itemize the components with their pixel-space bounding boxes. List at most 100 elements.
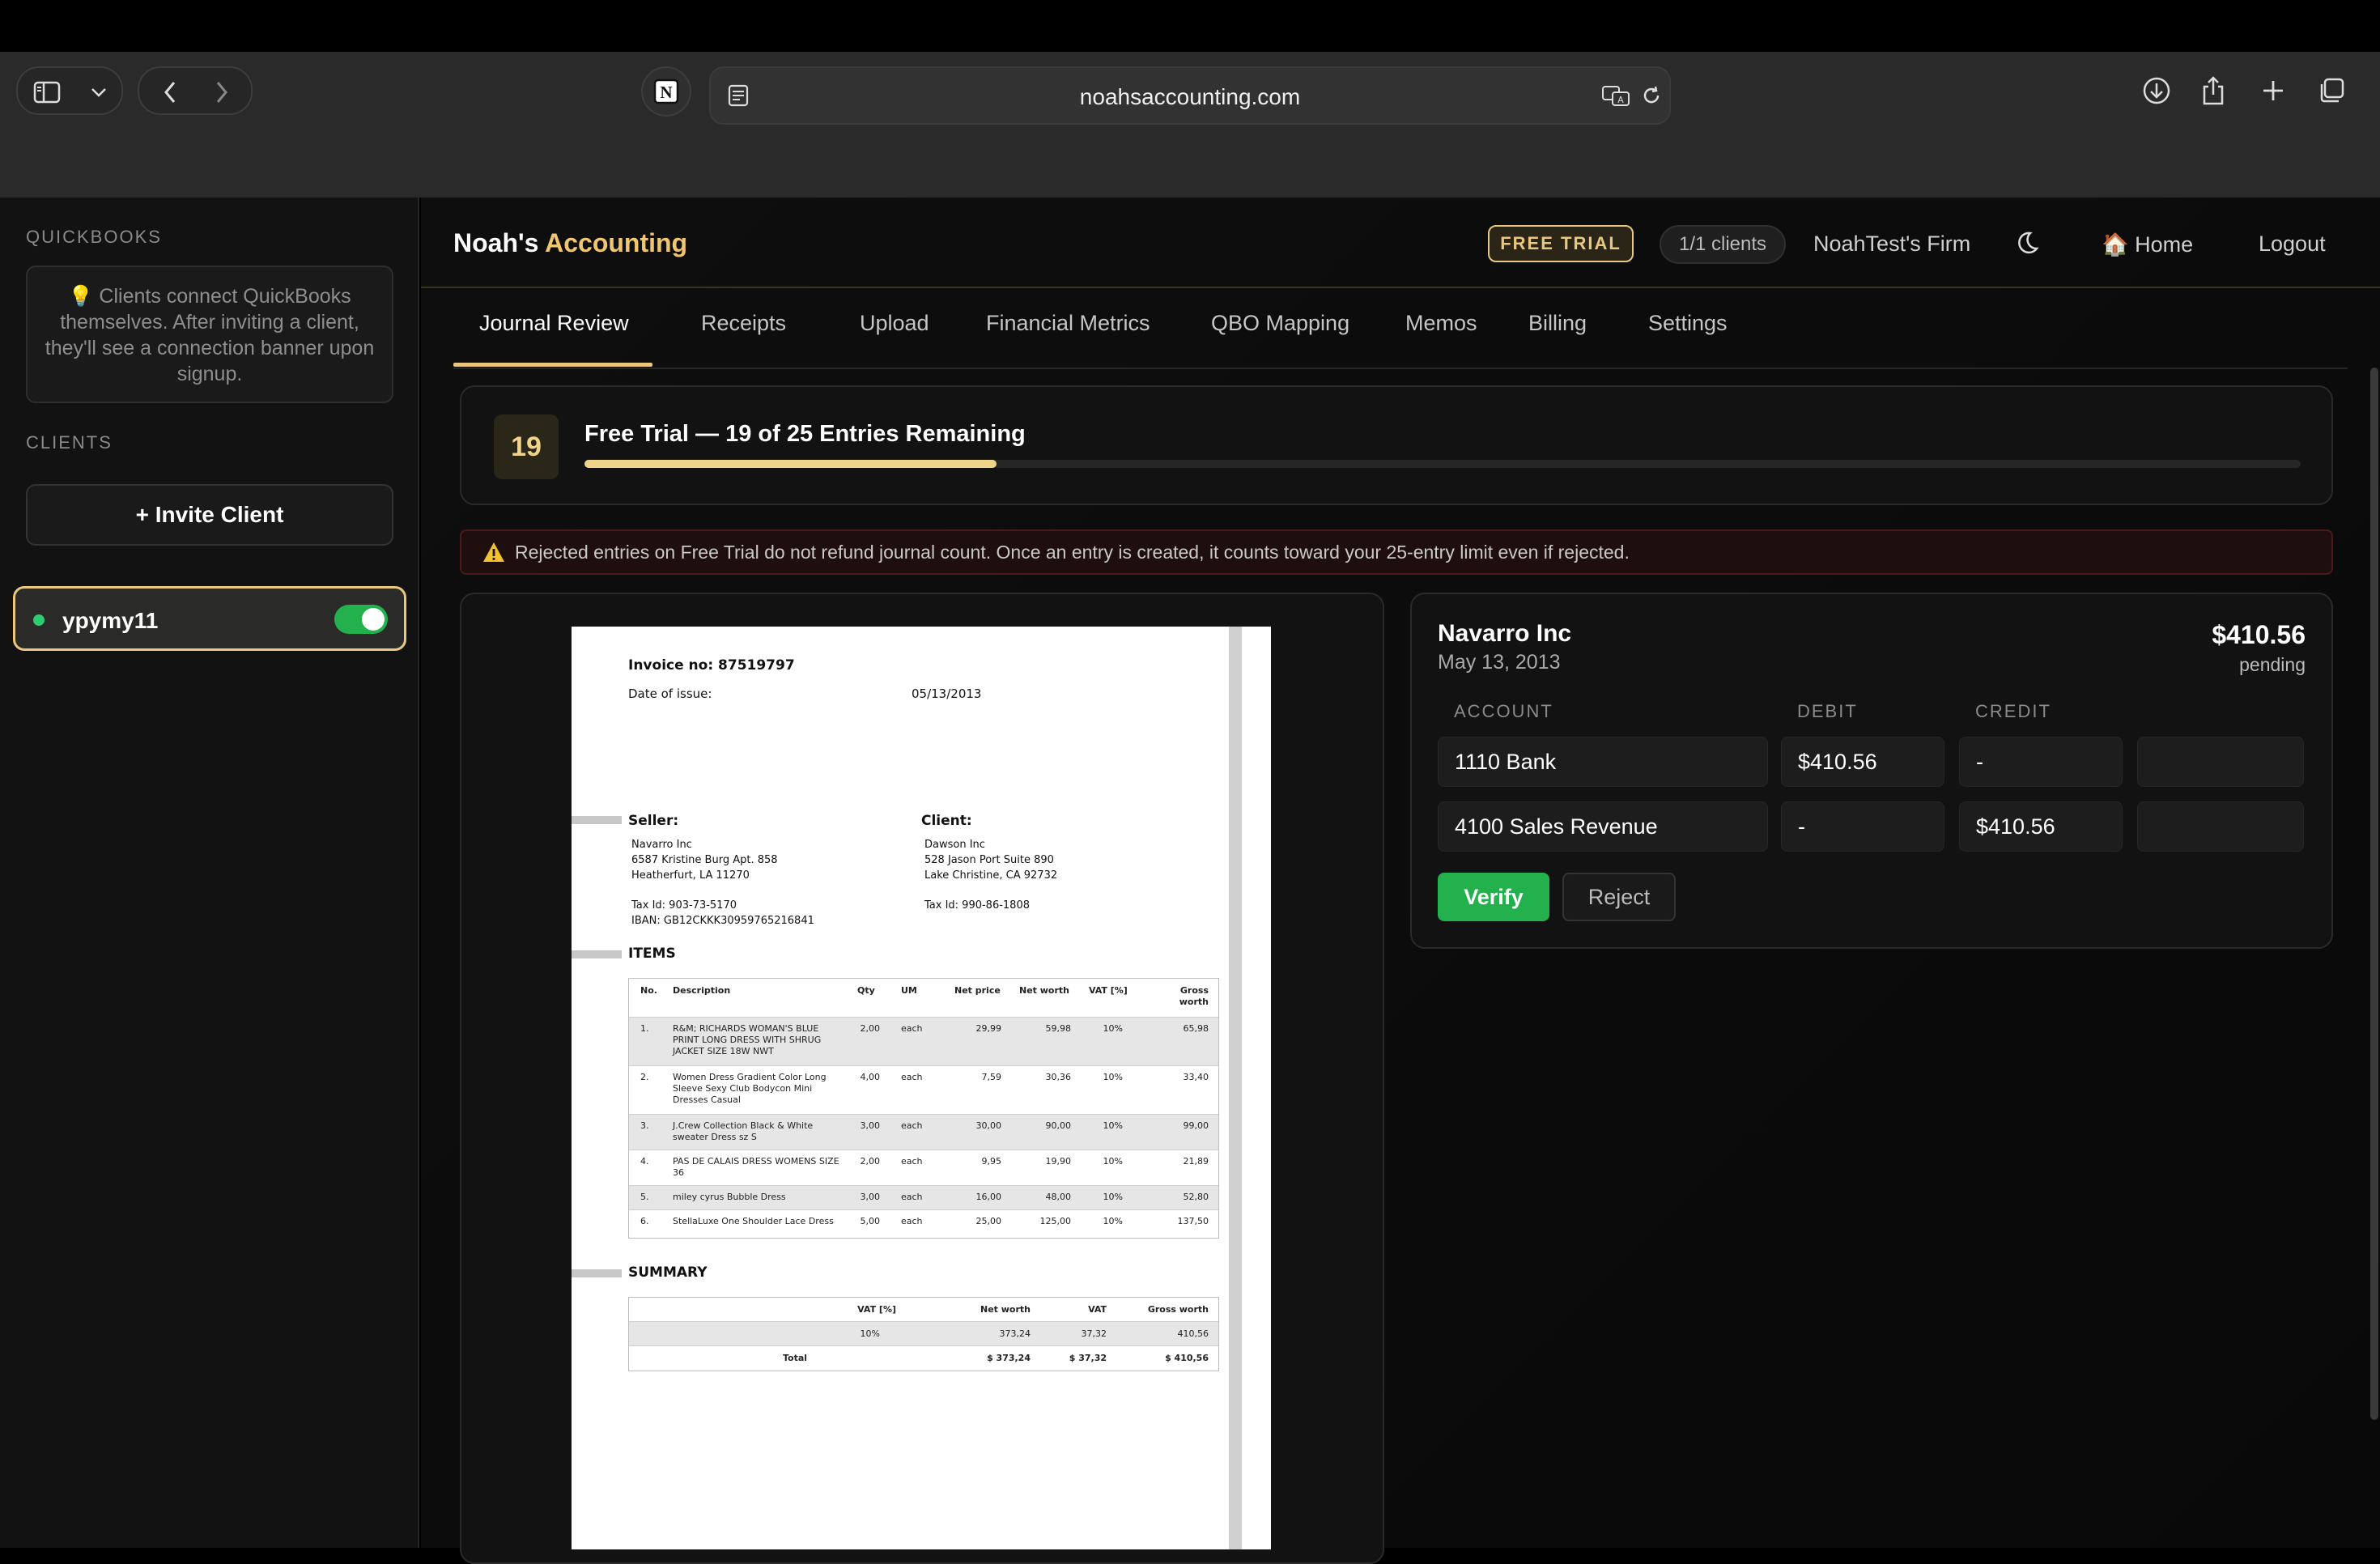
invoice-item-desc: miley cyrus Bubble Dress: [673, 1192, 786, 1202]
line-2-account-field[interactable]: 4100 Sales Revenue: [1438, 801, 1768, 852]
invoice-number: Invoice no: 87519797: [628, 657, 795, 674]
invoice-item-price: 9,95: [981, 1156, 1002, 1167]
invoice-item-net: 19,90: [1045, 1156, 1072, 1167]
tab-overview-icon[interactable]: [2312, 66, 2351, 115]
invoice-item-no: 3.: [640, 1120, 649, 1131]
line-1-debit-field[interactable]: $410.56: [1781, 737, 1944, 787]
home-link[interactable]: 🏠 Home: [2102, 232, 2193, 257]
invoice-item-net: 59,98: [1045, 1023, 1072, 1034]
summary-header: VAT: [1088, 1304, 1107, 1315]
seller-line: Heatherfurt, LA 11270: [631, 869, 750, 882]
invoice-item-price: 16,00: [975, 1192, 1002, 1202]
download-icon[interactable]: [2137, 66, 2176, 115]
account-column-header: ACCOUNT: [1454, 701, 1553, 721]
journal-entry-card: Navarro Inc May 13, 2013 $410.56 pending…: [1410, 593, 2333, 949]
brand-second: Accounting: [545, 228, 688, 257]
invoice-item-um: each: [901, 1156, 923, 1167]
tab-settings[interactable]: Settings: [1648, 311, 1728, 336]
free-trial-card: 19 Free Trial — 19 of 25 Entries Remaini…: [460, 385, 2333, 505]
invoice-document: Invoice no: 87519797 Date of issue: 05/1…: [572, 627, 1271, 1549]
browser-toolbar: N noahsaccounting.com A: [0, 52, 2380, 198]
tab-journal-review[interactable]: Journal Review: [479, 311, 629, 336]
items-header: Qty: [857, 985, 875, 996]
sidebar-toggle-group[interactable]: [16, 66, 123, 115]
client-name: ypymy11: [62, 608, 159, 633]
tab-bar: Journal Review Receipts Upload Financial…: [453, 288, 2348, 369]
summary-header-row: VAT [%] Net worth VAT Gross worth: [629, 1298, 1218, 1322]
debit-column-header: DEBIT: [1797, 701, 1858, 721]
items-header: Gross worth: [1179, 985, 1209, 1007]
seller-tax-id: Tax Id: 903-73-5170: [631, 899, 737, 912]
invoice-item-qty: 3,00: [860, 1192, 881, 1202]
tab-memos[interactable]: Memos: [1405, 311, 1477, 336]
logout-link[interactable]: Logout: [2259, 232, 2326, 257]
invoice-item-row: 5. miley cyrus Bubble Dress 3,00 each 16,00 4…: [629, 1186, 1218, 1210]
invoice-item-no: 5.: [640, 1192, 649, 1202]
chevron-down-icon[interactable]: [83, 76, 115, 108]
items-header: No.: [640, 985, 657, 996]
seller-line: 6587 Kristine Burg Apt. 858: [631, 854, 778, 866]
tab-qbo-mapping[interactable]: QBO Mapping: [1211, 311, 1349, 336]
items-header-row: No. Description Qty UM Net price Net wor…: [629, 979, 1218, 1018]
invoice-item-qty: 3,00: [860, 1120, 881, 1131]
summary-cell: 373,24: [999, 1328, 1031, 1339]
tab-billing[interactable]: Billing: [1528, 311, 1587, 336]
invoice-item-price: 25,00: [975, 1216, 1002, 1226]
back-icon[interactable]: [154, 76, 186, 108]
items-table: No. Description Qty UM Net price Net wor…: [628, 978, 1219, 1239]
client-toggle[interactable]: [334, 605, 388, 634]
warning-icon: [483, 542, 504, 562]
items-header: Description: [673, 985, 731, 996]
invoice-date-value: 05/13/2013: [912, 686, 982, 701]
url-text[interactable]: noahsaccounting.com: [711, 84, 1669, 110]
invoice-item-row: 6. StellaLuxe One Shoulder Lace Dress 5,00…: [629, 1210, 1218, 1238]
notion-extension-icon[interactable]: N: [641, 66, 691, 117]
line-1-credit-field[interactable]: -: [1959, 737, 2123, 787]
tab-upload[interactable]: Upload: [860, 311, 929, 336]
document-scrollbar[interactable]: [1229, 627, 1242, 1549]
forward-icon[interactable]: [206, 76, 238, 108]
credit-column-header: CREDIT: [1975, 701, 2051, 721]
brand-logo[interactable]: Noah's Accounting: [453, 228, 687, 258]
seller-line: Navarro Inc: [631, 839, 692, 851]
invoice-item-price: 7,59: [981, 1072, 1002, 1082]
invoice-item-price: 30,00: [975, 1120, 1002, 1131]
seller-section-bar: [572, 816, 622, 824]
dark-mode-icon[interactable]: [2009, 225, 2045, 261]
invoice-item-desc: Women Dress Gradient Color Long Sleeve S…: [673, 1072, 827, 1105]
journal-amount: $410.56: [2212, 620, 2306, 649]
document-preview-panel: Invoice no: 87519797 Date of issue: 05/1…: [460, 593, 1384, 1564]
invite-client-button[interactable]: + Invite Client: [26, 484, 393, 546]
invoice-item-qty: 2,00: [860, 1156, 881, 1167]
reload-icon[interactable]: [1635, 79, 1668, 112]
verify-button[interactable]: Verify: [1438, 873, 1549, 921]
address-bar[interactable]: noahsaccounting.com A: [709, 66, 1671, 125]
line-2-credit-field[interactable]: $410.56: [1959, 801, 2123, 852]
line-1-extra-field[interactable]: [2137, 737, 2304, 787]
journal-status: pending: [2239, 654, 2306, 675]
sidebar-toggle-icon[interactable]: [31, 76, 63, 108]
translate-icon[interactable]: A: [1600, 79, 1632, 112]
invoice-item-gross: 99,00: [1183, 1120, 1209, 1131]
share-icon[interactable]: [2194, 66, 2233, 115]
tab-receipts[interactable]: Receipts: [701, 311, 786, 336]
invoice-item-gross: 137,50: [1177, 1216, 1209, 1226]
invoice-item-no: 4.: [640, 1156, 649, 1167]
invoice-item-gross: 33,40: [1183, 1072, 1209, 1082]
client-item[interactable]: ypymy11: [13, 586, 406, 651]
trial-progress-bar: [584, 460, 2301, 468]
invoice-item-gross: 21,89: [1183, 1156, 1209, 1167]
reject-button[interactable]: Reject: [1562, 873, 1676, 921]
clients-count-pill: 1/1 clients: [1660, 225, 1786, 264]
line-2-extra-field[interactable]: [2137, 801, 2304, 852]
page-scrollbar[interactable]: [2370, 368, 2378, 1420]
new-tab-icon[interactable]: [2254, 66, 2293, 115]
tab-financial-metrics[interactable]: Financial Metrics: [986, 311, 1150, 336]
invoice-item-no: 1.: [640, 1023, 649, 1034]
client-tax-id: Tax Id: 990-86-1808: [924, 899, 1030, 912]
quickbooks-note: 💡 Clients connect QuickBooks themselves.…: [26, 266, 393, 403]
line-1-account-field[interactable]: 1110 Bank: [1438, 737, 1768, 787]
line-2-debit-field[interactable]: -: [1781, 801, 1944, 852]
invoice-item-um: each: [901, 1216, 923, 1226]
invoice-item-qty: 5,00: [860, 1216, 881, 1226]
